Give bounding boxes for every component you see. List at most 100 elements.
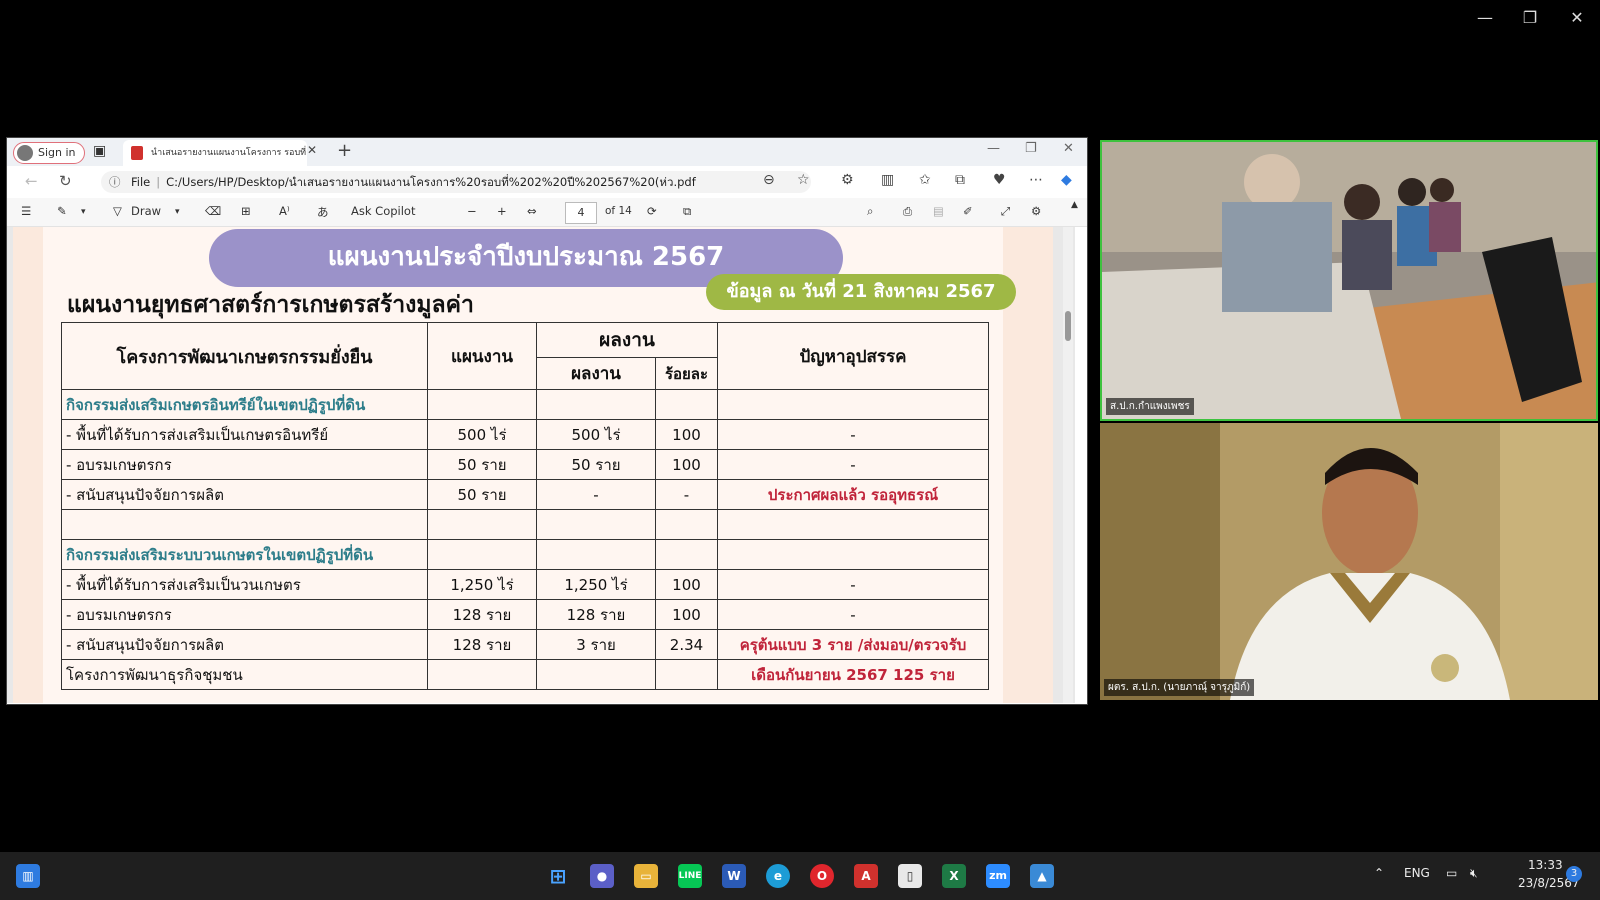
line-app-icon[interactable]: LINE	[678, 864, 702, 888]
video-tile-speaker[interactable]: ผตร. ส.ป.ก. (นายภาณุ์ จารุภูมิก์)	[1100, 423, 1598, 700]
vertical-scrollbar[interactable]	[1063, 227, 1073, 703]
draw-button[interactable]: Draw	[131, 204, 161, 218]
contents-icon[interactable]: ☰	[21, 204, 31, 218]
notepad-icon[interactable]: ▯	[898, 864, 922, 888]
cell-percent	[655, 509, 718, 540]
widgets-icon[interactable]: ▥	[16, 864, 40, 888]
fit-page-icon[interactable]: ⇔	[527, 204, 537, 218]
cell-name: โครงการพัฒนาธุรกิจชุมชน	[61, 659, 428, 690]
taskbar: ▥ ⊞ ● ▭ LINE W e O A ▯ X zm ▲ ⌃ ENG ▭ 🔇︎…	[0, 852, 1600, 900]
save-as-icon[interactable]: ✐	[963, 204, 973, 218]
fullscreen-icon[interactable]: ⤢	[1001, 204, 1010, 219]
address-bar[interactable]: ⓘ File | C:/Users/HP/Desktop/นำเสนอรายงานแ…	[101, 171, 811, 193]
network-icon[interactable]: ▭	[1446, 866, 1457, 880]
table-row: - สนับสนุนปัจจัยการผลิต 128 ราย 3 ราย 2.34 ค…	[61, 629, 989, 660]
start-icon[interactable]: ⊞	[546, 864, 570, 888]
cell-problem	[717, 539, 989, 570]
sign-in-label: Sign in	[38, 146, 76, 159]
print-icon[interactable]: ⎙	[903, 204, 912, 219]
cell-plan: 128 ราย	[427, 599, 537, 630]
volume-muted-icon[interactable]: 🔇︎	[1470, 866, 1478, 881]
cell-name: - พื้นที่ได้รับการส่งเสริมเป็นวนเกษตร	[61, 569, 428, 600]
scrollbar-thumb[interactable]	[1065, 311, 1071, 341]
header-project: โครงการพัฒนาเกษตรกรรมยั่งยืน	[61, 322, 428, 390]
new-tab-icon[interactable]: +	[337, 140, 352, 161]
cell-result: 1,250 ไร่	[536, 569, 656, 600]
minimize-window-icon[interactable]: —	[1470, 8, 1500, 27]
browser-minimize-icon[interactable]: —	[987, 141, 1000, 156]
zoom-app-icon[interactable]: zm	[986, 864, 1010, 888]
table-row: - อบรมเกษตรกร 50 ราย 50 ราย 100-	[61, 449, 989, 480]
opera-icon[interactable]: O	[810, 864, 834, 888]
page-number-input[interactable]: 4	[565, 202, 597, 224]
page-view-icon[interactable]: ⧉	[683, 204, 691, 219]
cell-result	[536, 539, 656, 570]
scroll-up-icon[interactable]: ▲	[1071, 200, 1078, 210]
cell-percent	[655, 389, 718, 420]
participant-name-label: ส.ป.ก.กำแพงเพชร	[1106, 398, 1194, 415]
notification-badge[interactable]: 3	[1566, 866, 1582, 882]
close-window-icon[interactable]: ✕	[1562, 8, 1592, 27]
cell-result: -	[536, 479, 656, 510]
search-icon[interactable]: ⌕	[867, 204, 873, 219]
cell-problem: -	[717, 569, 989, 600]
favorite-star-icon[interactable]: ☆	[797, 172, 810, 188]
photos-icon[interactable]: ▲	[1030, 864, 1054, 888]
cell-result: 50 ราย	[536, 449, 656, 480]
refresh-icon[interactable]: ↻	[59, 172, 72, 190]
copilot-icon[interactable]: ◆	[1061, 172, 1072, 188]
zoom-out-button[interactable]: −	[467, 204, 477, 218]
cell-name: กิจกรรมส่งเสริมเกษตรอินทรีย์ในเขตปฏิรูปท…	[61, 389, 428, 420]
video-call-icon[interactable]: ●	[590, 864, 614, 888]
cell-name: กิจกรรมส่งเสริมระบบวนเกษตรในเขตปฏิรูปที่…	[61, 539, 428, 570]
tab-actions-icon[interactable]: ▣	[93, 143, 106, 159]
collections-icon[interactable]: ⧉	[955, 172, 965, 188]
zoom-in-button[interactable]: +	[497, 204, 507, 218]
show-hidden-icons[interactable]: ⌃	[1374, 866, 1384, 880]
table-row: กิจกรรมส่งเสริมเกษตรอินทรีย์ในเขตปฏิรูปท…	[61, 389, 989, 420]
back-icon[interactable]: ←	[25, 172, 38, 190]
browser-restore-icon[interactable]: ❐	[1025, 141, 1037, 156]
cell-result	[536, 389, 656, 420]
ask-copilot-button[interactable]: Ask Copilot	[351, 204, 415, 218]
cell-result: 500 ไร่	[536, 419, 656, 450]
eraser-icon[interactable]: ⌫	[205, 204, 221, 218]
rotate-icon[interactable]: ⟳	[647, 204, 657, 218]
draw-dropdown-icon[interactable]: ▾	[175, 207, 180, 217]
file-explorer-icon[interactable]: ▭	[634, 864, 658, 888]
restore-window-icon[interactable]: ❐	[1515, 8, 1545, 27]
more-menu-icon[interactable]: ⋯	[1029, 172, 1043, 188]
pdf-viewport[interactable]: แผนงานประจำปีงบประมาณ 2567 ข้อมูล ณ วันท…	[7, 227, 1075, 703]
word-icon[interactable]: W	[722, 864, 746, 888]
edge-browser-icon[interactable]: e	[766, 864, 790, 888]
settings-gear-icon[interactable]: ⚙	[1031, 204, 1041, 218]
split-screen-icon[interactable]: ▥	[881, 172, 894, 188]
sign-in-button[interactable]: Sign in	[13, 142, 85, 164]
clock-time[interactable]: 13:33	[1528, 858, 1563, 872]
close-tab-icon[interactable]: ✕	[307, 143, 317, 157]
text-box-icon[interactable]: ⊞	[241, 204, 251, 218]
highlight-dropdown-icon[interactable]: ▾	[81, 207, 86, 217]
cell-problem	[717, 509, 989, 540]
excel-icon[interactable]: X	[942, 864, 966, 888]
tab-pdf-document[interactable]: นำเสนอรายงานแผนงานโครงการ รอบที่	[123, 140, 307, 166]
zoom-out-icon[interactable]: ⊖	[763, 172, 775, 188]
favorites-icon[interactable]: ✩	[919, 172, 931, 188]
cell-problem: ครุต้นแบบ 3 ราย /ส่งมอบ/ตรวจรับ	[717, 629, 989, 660]
highlight-icon[interactable]: ✎	[57, 204, 67, 218]
language-indicator[interactable]: ENG	[1404, 866, 1430, 880]
browser-essentials-icon[interactable]: ♥	[993, 172, 1006, 188]
browser-close-icon[interactable]: ✕	[1063, 141, 1074, 156]
cell-percent: 100	[655, 599, 718, 630]
cell-plan: 50 ราย	[427, 479, 537, 510]
translate-icon[interactable]: あ	[317, 204, 329, 220]
video-tile-kamphaeng-phet[interactable]: ส.ป.ก.กำแพงเพชร	[1100, 140, 1598, 421]
table-row: - สนับสนุนปัจจัยการผลิต 50 ราย - - ประกาศผลแ…	[61, 479, 989, 510]
extensions-icon[interactable]: ⚙	[841, 172, 854, 188]
draw-icon[interactable]: ▽	[113, 204, 122, 218]
save-icon[interactable]: ▤	[933, 204, 944, 218]
read-aloud-icon[interactable]: A⁾	[279, 204, 290, 218]
pdf-icon	[131, 146, 143, 160]
acrobat-icon[interactable]: A	[854, 864, 878, 888]
cell-problem	[717, 389, 989, 420]
